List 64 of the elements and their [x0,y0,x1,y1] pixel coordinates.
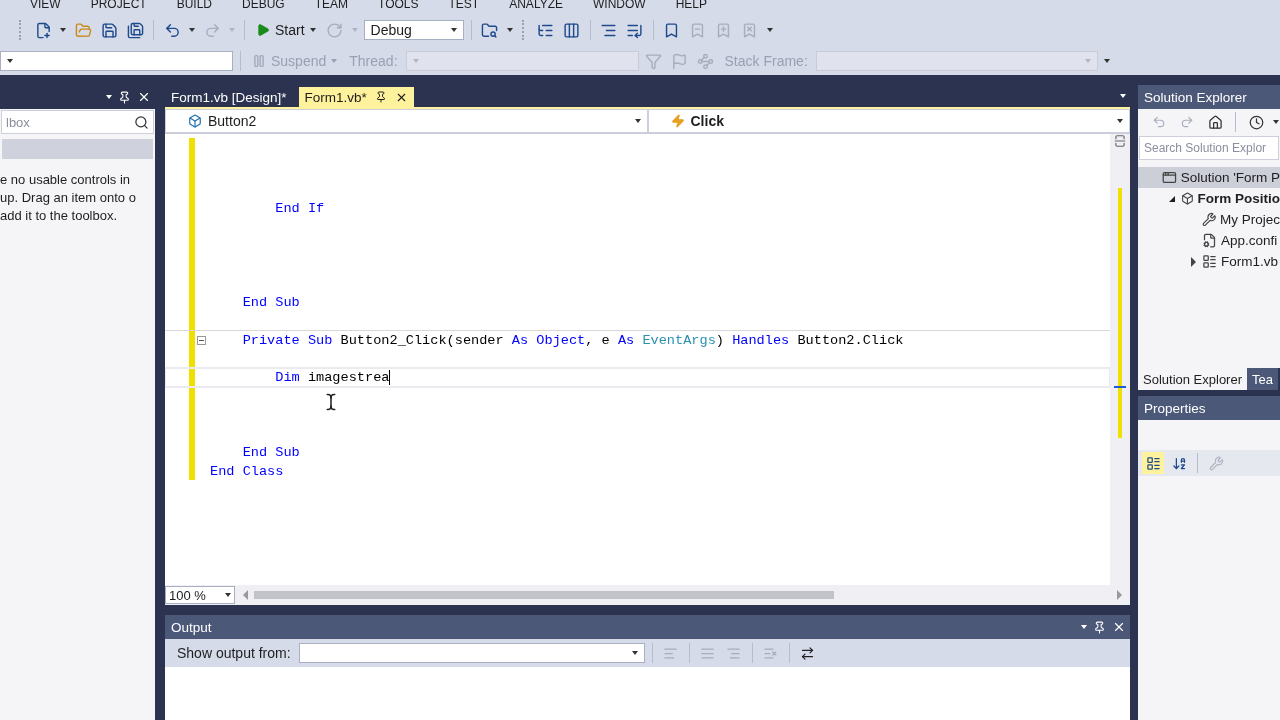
pin-icon[interactable] [118,90,131,104]
document-tab[interactable]: Form1.vb [Design]* [165,87,293,107]
cube-icon [188,114,202,128]
toolbar-label: Thread: [349,53,398,69]
tree-item[interactable]: Form1.vb [1138,251,1280,272]
code-line: End Sub [241,445,300,461]
menu-item[interactable]: VIEW [30,0,61,9]
project-icon [1180,191,1194,206]
toolbar-label: Stack Frame: [724,53,808,69]
expander-icon[interactable] [1190,256,1196,267]
configuration-dropdown[interactable]: Debug [363,20,464,40]
search-input[interactable]: lbox [6,114,134,130]
menu-item[interactable]: HELP [675,0,707,9]
panel-title: Output [171,619,212,635]
categorized-icon[interactable] [1142,452,1164,474]
start-button[interactable]: Start [252,19,320,41]
pin-icon[interactable] [374,91,387,103]
menu-item[interactable]: DEBUG [242,0,285,9]
show-output-label: Show output from: [177,645,291,661]
search-field[interactable]: Search Solution Explor [1139,136,1279,160]
menu-item[interactable]: PROJECT [90,0,147,9]
menu-item[interactable]: TEST [448,0,480,9]
panel-tab[interactable]: Solution Explorer [1138,368,1247,390]
code-line: End If [274,201,325,217]
toolbox-message: e no usable controls in up. Drag an item onto o add it to the toolbox. [0,171,136,225]
close-icon[interactable] [1112,620,1126,634]
zoom-dropdown[interactable]: 100 % [165,586,235,604]
type-dropdown[interactable]: Button2 [165,109,648,133]
panel-tab[interactable]: Tea [1247,368,1278,390]
expander-icon[interactable] [1169,195,1176,202]
tree-item[interactable]: My Projec [1138,209,1280,230]
split-icon[interactable] [1113,134,1127,148]
pause-icon [252,54,266,68]
code-line: End Class [210,464,284,480]
menu-item[interactable]: ANALYZE [509,0,563,9]
code-line: Dim imagestrea [274,370,391,386]
dropdown-icon[interactable] [1081,625,1087,629]
panel-title: Solution Explorer [1144,89,1247,105]
member-dropdown[interactable]: Click [647,109,1130,133]
close-icon[interactable] [137,90,151,104]
menu-item[interactable]: TEAM [314,0,349,9]
tree-item[interactable]: Solution 'Form P [1138,167,1280,188]
panel-title: Properties [1144,400,1206,416]
solution-icon [1161,170,1177,185]
config-file-icon [1202,233,1217,248]
search-field[interactable]: lbox [1,110,154,134]
menu-item[interactable]: BUILD [176,0,213,9]
pin-icon[interactable] [1093,620,1106,634]
lightning-icon [670,114,685,128]
menu-item[interactable]: WINDOW [593,0,646,9]
wrench-icon [1201,212,1216,227]
code-line: Private Sub Button2_Click(sender As Object, e As EventArgs) Handles Button2.Click [241,332,904,348]
dropdown-icon[interactable] [1120,94,1126,98]
form-file-icon [1202,254,1217,269]
document-tab[interactable]: Form1.vb* [298,87,414,107]
collapse-icon[interactable] [197,335,206,345]
menu-item[interactable]: TOOLS [378,0,419,9]
tree-item[interactable]: App.confi [1138,230,1280,251]
play-icon [256,23,270,37]
tree-item[interactable]: Form Positio [1138,188,1280,209]
search-input[interactable]: Search Solution Explor [1144,141,1274,155]
dropdown-icon[interactable] [106,95,112,99]
code-line: End Sub [241,295,300,311]
search-icon [134,114,149,130]
